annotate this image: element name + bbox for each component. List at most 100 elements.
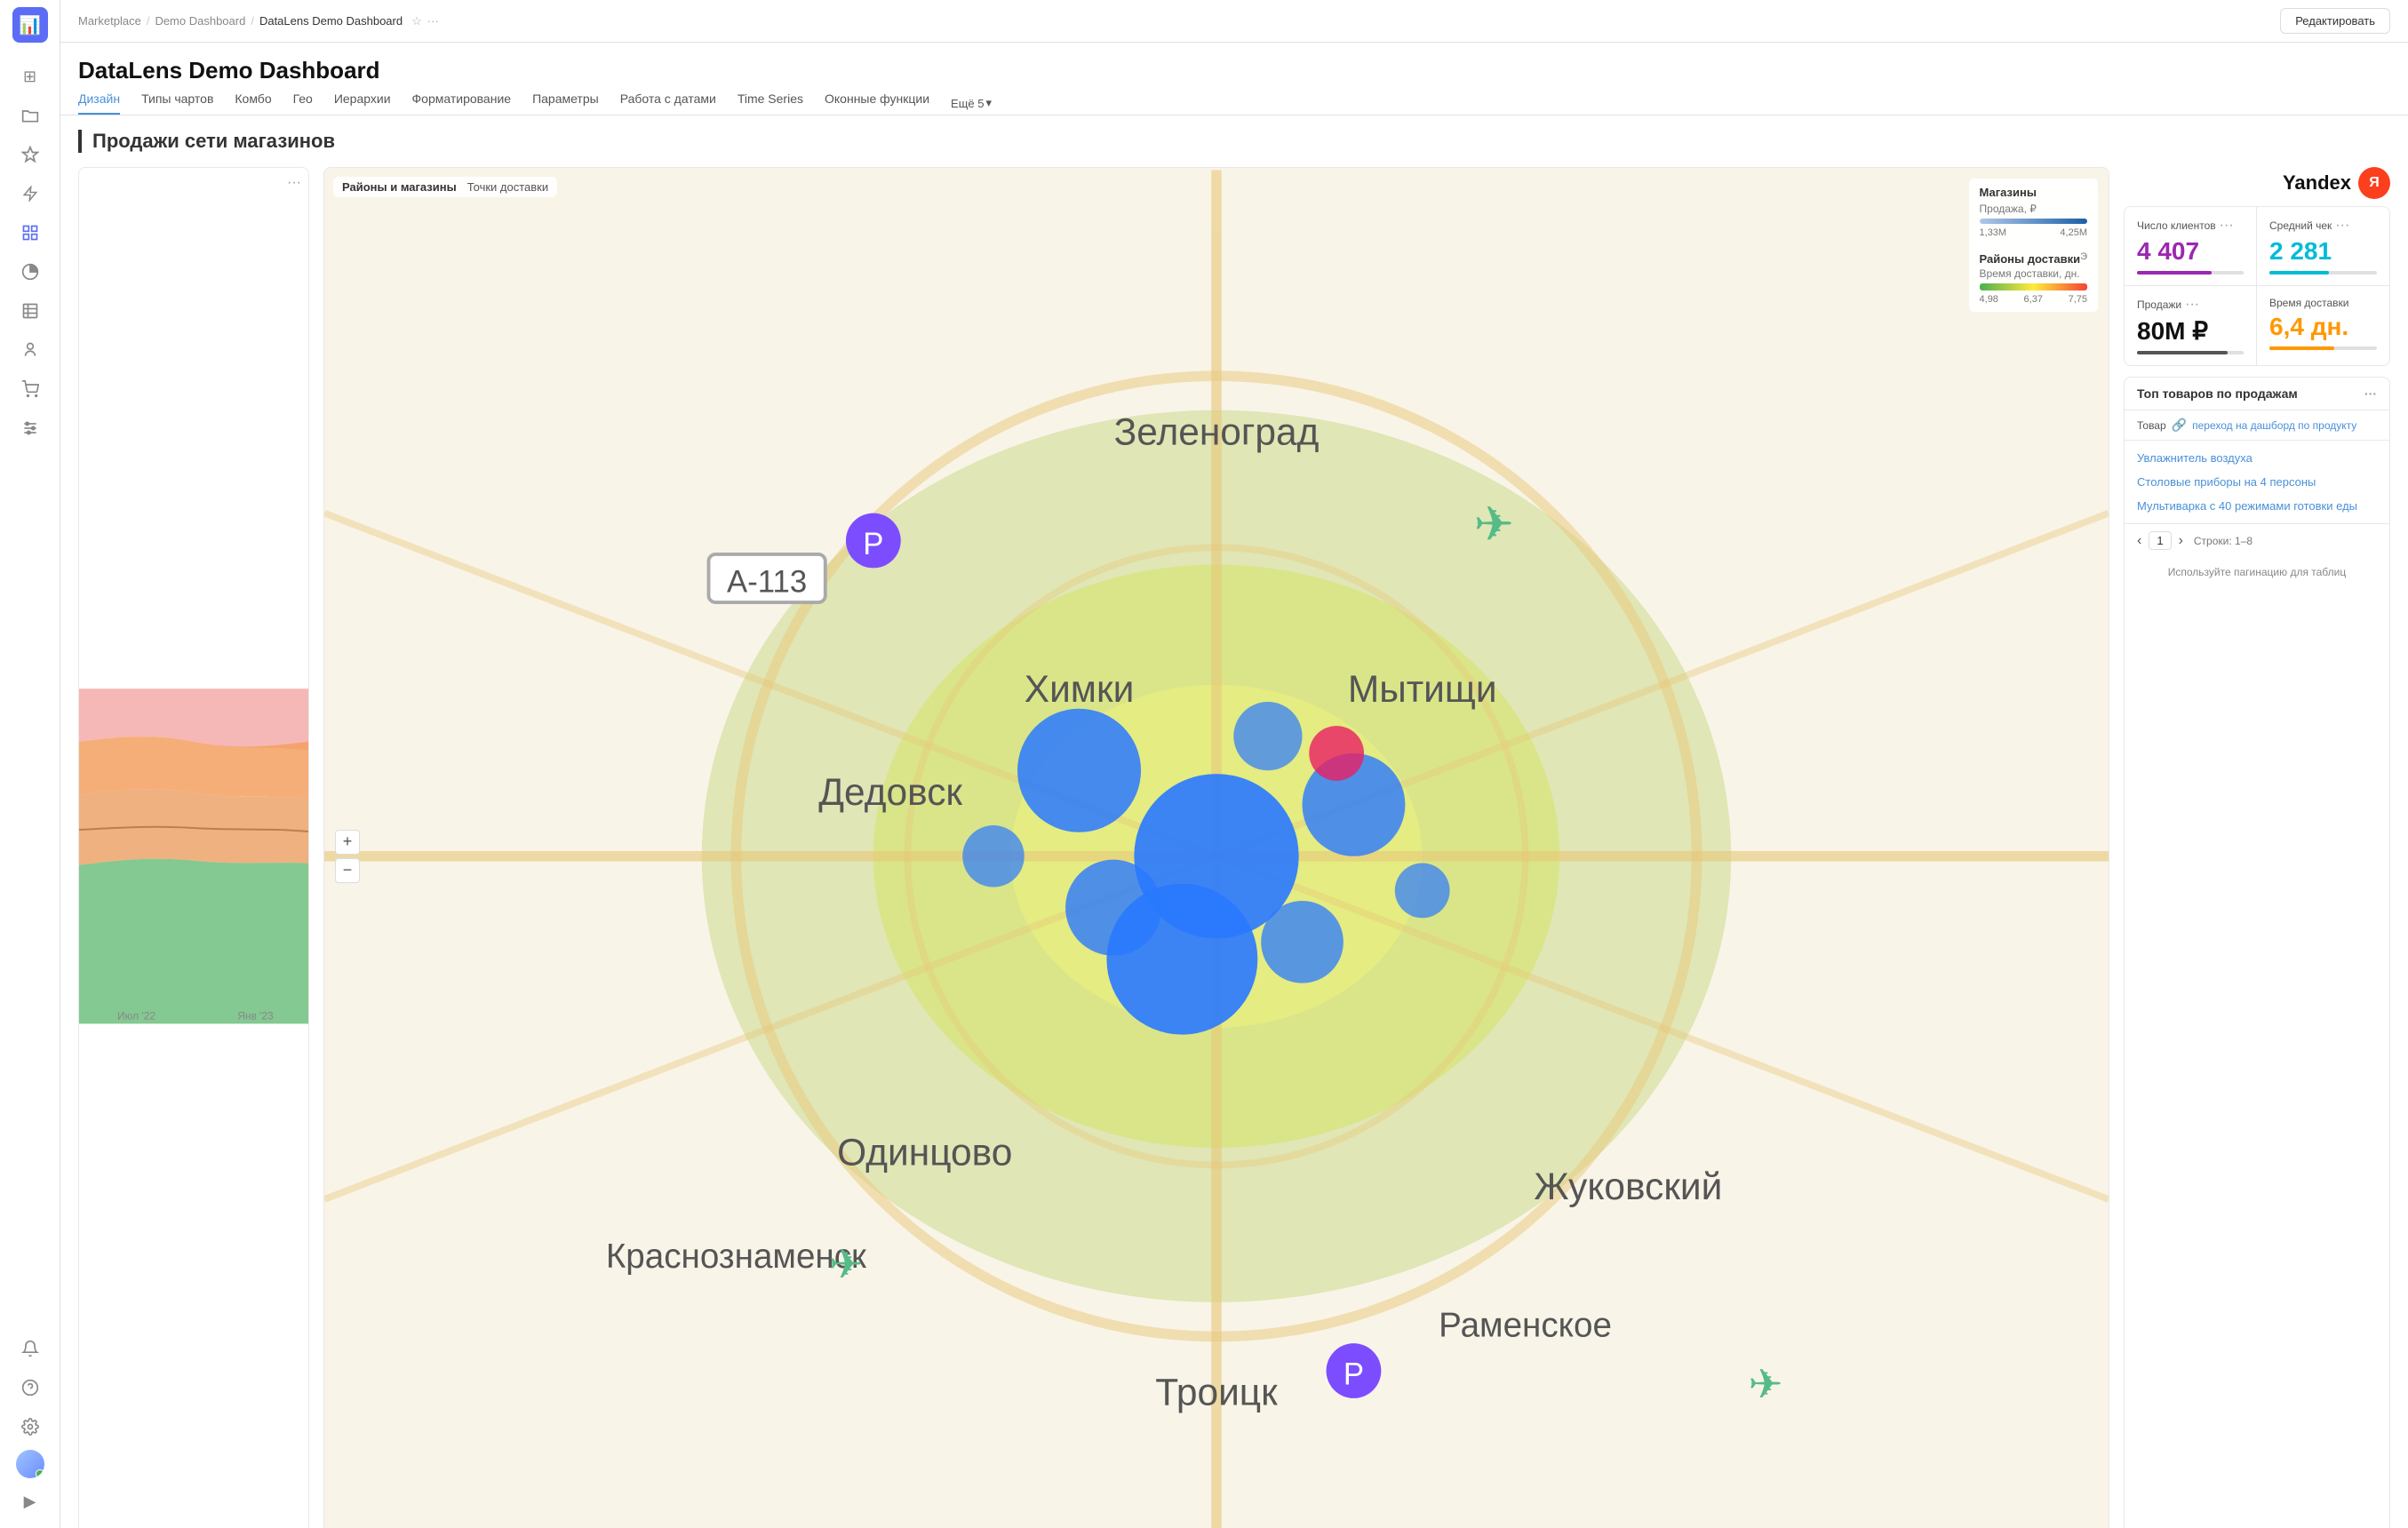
top-products-menu[interactable]: ··· xyxy=(2364,386,2377,401)
top-bar-actions: Редактировать xyxy=(2280,8,2390,34)
metric-clients-value: 4 407 xyxy=(2137,237,2244,266)
legend-stores-min: 1,33М xyxy=(1980,227,2007,238)
legend-delivery-title: Районы доставки xyxy=(1980,252,2081,266)
top-products-subheader: Товар 🔗 переход на дашборд по продукту xyxy=(2125,410,2389,441)
edit-button[interactable]: Редактировать xyxy=(2280,8,2390,34)
avatar-status-badge xyxy=(36,1469,44,1478)
app-logo[interactable]: 📊 xyxy=(12,7,48,43)
svg-text:Раменское: Раменское xyxy=(1439,1306,1612,1344)
yandex-label: Yandex xyxy=(2283,171,2351,195)
metric-delivery-time-label: Время доставки xyxy=(2269,297,2377,309)
sidebar-item-grid[interactable]: ⊞ xyxy=(14,60,46,92)
product-list: Увлажнитель воздуха Столовые приборы на … xyxy=(2125,441,2389,523)
tabs-bar: Дизайн Типы чартов Комбо Гео Иерархии Фо… xyxy=(60,84,2408,115)
sidebar-item-help[interactable] xyxy=(14,1372,46,1404)
map-zoom-controls: + − xyxy=(335,830,360,883)
metric-avg-check-progress xyxy=(2269,271,2377,275)
svg-text:P: P xyxy=(863,528,883,561)
favorite-icon[interactable]: ☆ xyxy=(411,14,422,28)
svg-text:Жуковский: Жуковский xyxy=(1534,1166,1722,1207)
pagination-prev[interactable]: ‹ xyxy=(2137,533,2141,549)
metrics-panel: Yandex Я Число клиентов ··· 4 407 xyxy=(2124,167,2390,1528)
tab-geo[interactable]: Гео xyxy=(293,92,313,115)
svg-text:Троицк: Троицк xyxy=(1155,1372,1278,1413)
map-tabs: Районы и магазины Точки доставки xyxy=(333,177,557,197)
tab-dizain[interactable]: Дизайн xyxy=(78,92,120,115)
sidebar-item-list[interactable] xyxy=(14,217,46,249)
metric-avg-check-value: 2 281 xyxy=(2269,237,2377,266)
more-icon[interactable]: ··· xyxy=(427,14,439,28)
map-background: Зеленоград Химки Мытищи Дедовск Одинцово… xyxy=(324,168,2109,1528)
sidebar-item-folder[interactable] xyxy=(14,99,46,131)
sidebar-item-chart[interactable] xyxy=(14,256,46,288)
metric-avg-check-menu[interactable]: ··· xyxy=(2335,218,2349,234)
top-products-title: Топ товаров по продажам xyxy=(2137,386,2298,401)
product-item-0[interactable]: Увлажнитель воздуха xyxy=(2125,446,2389,470)
breadcrumb-sep-1: / xyxy=(147,14,150,28)
sidebar-item-bell[interactable] xyxy=(14,1333,46,1365)
legend-stores-subtitle: Продажа, ₽ xyxy=(1980,203,2087,215)
metric-sales-value: 80М ₽ xyxy=(2137,316,2244,346)
map-tab-delivery[interactable]: Точки доставки xyxy=(467,180,548,194)
svg-text:Одинцово: Одинцово xyxy=(837,1131,1012,1173)
svg-text:P: P xyxy=(1344,1357,1364,1391)
sidebar: 📊 ⊞ xyxy=(0,0,60,1528)
pagination-hint: Используйте пагинацию для таблиц xyxy=(2125,557,2389,587)
top-row: ··· Июл '22 Янв '23 xyxy=(78,167,2390,1528)
legend-delivery-mid: 6,37 xyxy=(2024,294,2043,305)
tab-types[interactable]: Типы чартов xyxy=(141,92,213,115)
tab-formatting[interactable]: Форматирование xyxy=(412,92,512,115)
products-pagination: ‹ 1 › Строки: 1–8 xyxy=(2125,523,2389,557)
sidebar-item-favorites[interactable] xyxy=(14,139,46,171)
legend-stores-range: 1,33М 4,25М xyxy=(1980,227,2087,238)
legend-delivery-bar xyxy=(1980,283,2087,290)
tabs-more[interactable]: Ещё 5 ▾ xyxy=(951,96,992,110)
area-chart-menu[interactable]: ··· xyxy=(287,175,301,191)
product-item-1[interactable]: Столовые приборы на 4 персоны xyxy=(2125,470,2389,494)
metric-delivery-time-value: 6,4 дн. xyxy=(2269,313,2377,341)
svg-text:Дедовск: Дедовск xyxy=(818,771,962,813)
breadcrumb-marketplace[interactable]: Marketplace xyxy=(78,14,141,28)
tab-dates[interactable]: Работа с датами xyxy=(620,92,716,115)
sidebar-item-sliders[interactable] xyxy=(14,412,46,444)
tab-hierarchies[interactable]: Иерархии xyxy=(334,92,391,115)
avatar[interactable] xyxy=(16,1450,44,1478)
tab-params[interactable]: Параметры xyxy=(532,92,599,115)
tab-timeseries[interactable]: Time Series xyxy=(738,92,803,115)
sidebar-item-person[interactable] xyxy=(14,334,46,366)
breadcrumb-sep-2: / xyxy=(251,14,254,28)
zoom-in-button[interactable]: + xyxy=(335,830,360,855)
dashboard-body: Продажи сети магазинов ··· xyxy=(60,115,2408,1528)
link-text[interactable]: переход на дашборд по продукту xyxy=(2192,419,2356,432)
pagination-page-num[interactable]: 1 xyxy=(2149,531,2171,550)
sidebar-item-table[interactable] xyxy=(14,295,46,327)
pagination-next[interactable]: › xyxy=(2179,533,2183,549)
metric-sales-label: Продажи ··· xyxy=(2137,297,2244,313)
map-tab-districts[interactable]: Районы и магазины xyxy=(342,180,457,194)
map-legend: Магазины Продажа, ₽ 1,33М 4,25М Районы д… xyxy=(1969,179,2098,312)
breadcrumb-demo-dashboard[interactable]: Demo Dashboard xyxy=(155,14,245,28)
section-title: Продажи сети магазинов xyxy=(78,130,335,153)
metric-clients-progress xyxy=(2137,271,2244,275)
metric-clients-menu[interactable]: ··· xyxy=(2220,218,2234,234)
svg-text:Химки: Химки xyxy=(1025,668,1135,710)
sidebar-item-cart[interactable] xyxy=(14,373,46,405)
tab-window[interactable]: Оконные функции xyxy=(825,92,929,115)
zoom-out-button[interactable]: − xyxy=(335,858,360,883)
sidebar-item-lightning[interactable] xyxy=(14,178,46,210)
sidebar-item-settings[interactable] xyxy=(14,1411,46,1443)
product-item-2[interactable]: Мультиварка с 40 режимами готовки еды xyxy=(2125,494,2389,518)
yandex-logo-icon: Я xyxy=(2358,167,2390,199)
tab-combo[interactable]: Комбо xyxy=(235,92,271,115)
sidebar-item-play[interactable]: ▶ xyxy=(14,1485,46,1517)
page-title: DataLens Demo Dashboard xyxy=(78,57,2390,84)
tabs-more-chevron: ▾ xyxy=(986,96,993,110)
svg-text:✈: ✈ xyxy=(1474,498,1514,552)
top-bar: Marketplace / Demo Dashboard / DataLens … xyxy=(60,0,2408,43)
metric-sales-menu[interactable]: ··· xyxy=(2185,297,2199,313)
metric-delivery-time: Время доставки 6,4 дн. xyxy=(2257,286,2389,365)
main-content: Marketplace / Demo Dashboard / DataLens … xyxy=(60,0,2408,1528)
svg-text:Зеленоград: Зеленоград xyxy=(1114,410,1320,452)
page-header: DataLens Demo Dashboard xyxy=(60,43,2408,84)
metric-delivery-time-progress xyxy=(2269,346,2377,350)
